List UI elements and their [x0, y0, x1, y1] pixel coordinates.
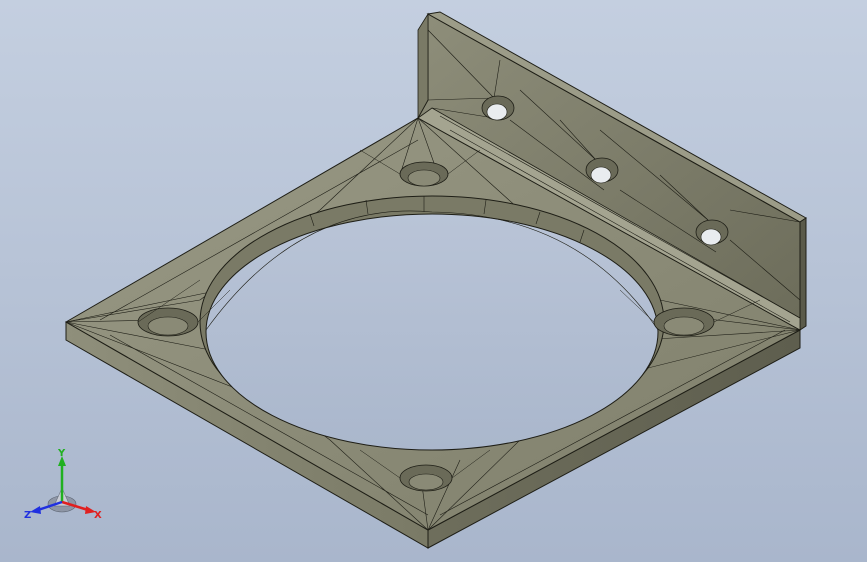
x-axis-label: X — [94, 510, 102, 521]
base-hole-right — [653, 307, 715, 337]
z-axis-label: Z — [24, 510, 31, 521]
base-hole-top — [399, 161, 449, 187]
z-arrow-icon — [30, 506, 41, 514]
base-hole-bottom — [399, 464, 453, 492]
model-view[interactable] — [0, 0, 867, 562]
base-hole-left — [137, 307, 199, 337]
wall-left-end — [417, 12, 429, 120]
graphics-viewport[interactable]: Y X Z — [0, 0, 867, 562]
orientation-triad[interactable]: Y X Z — [24, 448, 104, 528]
fan-cutout — [199, 195, 665, 451]
wall-hole-1 — [481, 95, 515, 121]
wall-right-end — [799, 217, 807, 331]
y-axis-label: Y — [57, 448, 66, 459]
